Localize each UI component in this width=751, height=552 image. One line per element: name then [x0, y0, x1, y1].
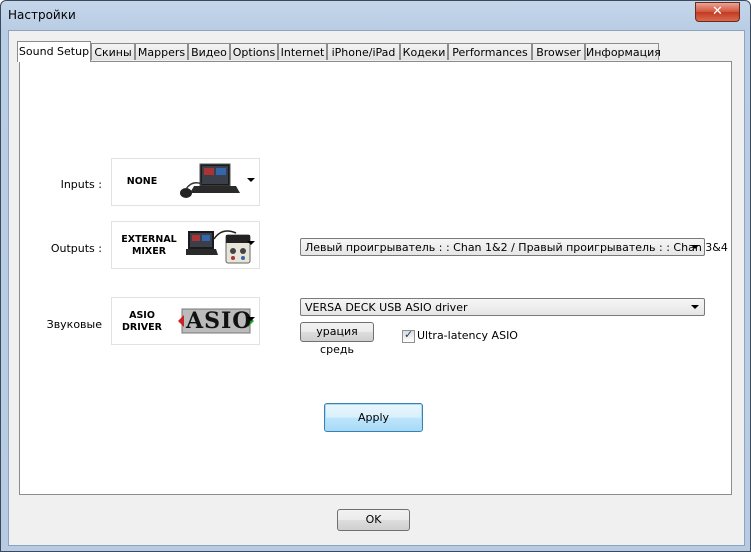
ultra-latency-checkbox[interactable]: ✓ [402, 328, 415, 343]
driver-combo[interactable]: VERSA DECK USB ASIO driver [300, 298, 705, 316]
apply-button[interactable]: Apply [324, 403, 423, 432]
inputs-label: Inputs : [60, 178, 102, 191]
driver-selection-text: ASIO DRIVER [118, 310, 166, 334]
title-bar[interactable]: Настройки ✕ [1, 1, 750, 29]
driver-selection-line2: DRIVER [122, 322, 162, 333]
outputs-selection-line1: EXTERNAL [121, 234, 177, 245]
sound-label: Звуковые [46, 318, 102, 331]
driver-selection-line1: ASIO [129, 310, 155, 321]
outputs-selection-line2: MIXER [131, 246, 167, 257]
laptop-with-headphones-icon [180, 163, 240, 198]
window-title: Настройки [8, 8, 76, 22]
output-channels-value: Левый проигрыватель : : Chan 1&2 / Правы… [305, 241, 728, 254]
ok-button[interactable]: OK [337, 509, 410, 531]
settings-window: Настройки ✕ Sound Setup Скины Mappers Ви… [0, 0, 751, 552]
outputs-selection-text: EXTERNAL MIXER [116, 234, 182, 258]
driver-config-button[interactable]: урация средь [300, 322, 374, 356]
chevron-down-icon [247, 178, 255, 182]
chevron-down-icon [247, 317, 255, 321]
laptop-with-mixer-icon [186, 230, 251, 264]
tab-video[interactable]: Видео [188, 43, 230, 60]
driver-value: VERSA DECK USB ASIO driver [305, 301, 468, 314]
checkmark-icon: ✓ [404, 328, 414, 341]
tab-browser[interactable]: Browser [532, 43, 585, 60]
tab-options[interactable]: Options [230, 43, 278, 60]
ultra-latency-label: Ultra-latency ASIO [417, 329, 518, 342]
tab-sound-setup[interactable]: Sound Setup [17, 41, 91, 62]
close-button[interactable]: ✕ [695, 2, 740, 22]
sound-setup-panel: Inputs : NONE Outputs : EXTERNAL MIXER Л… [19, 61, 732, 495]
chevron-down-icon [247, 241, 255, 245]
inputs-selector[interactable]: NONE [111, 158, 260, 206]
asio-logo-text: ASIO [186, 308, 253, 334]
outputs-label: Outputs : [50, 242, 102, 255]
chevron-down-icon [691, 245, 699, 249]
driver-selector[interactable]: ASIO DRIVER ASIO [111, 297, 260, 345]
tab-skins[interactable]: Скины [91, 43, 135, 60]
tab-iphone-ipad[interactable]: iPhone/iPad [327, 43, 400, 60]
output-channels-combo[interactable]: Левый проигрыватель : : Chan 1&2 / Правы… [300, 238, 728, 256]
tab-performances[interactable]: Performances [448, 43, 532, 60]
tab-codecs[interactable]: Кодеки [400, 43, 448, 60]
tab-internet[interactable]: Internet [278, 43, 327, 60]
outputs-selector[interactable]: EXTERNAL MIXER [111, 221, 260, 269]
tab-mappers[interactable]: Mappers [135, 43, 188, 60]
chevron-down-icon [691, 305, 699, 309]
inputs-selection-text: NONE [126, 176, 158, 187]
tab-information[interactable]: Информация [585, 43, 661, 60]
asio-logo-icon: ASIO [178, 308, 254, 334]
dialog-client-area: Sound Setup Скины Mappers Видео Options … [8, 30, 745, 546]
